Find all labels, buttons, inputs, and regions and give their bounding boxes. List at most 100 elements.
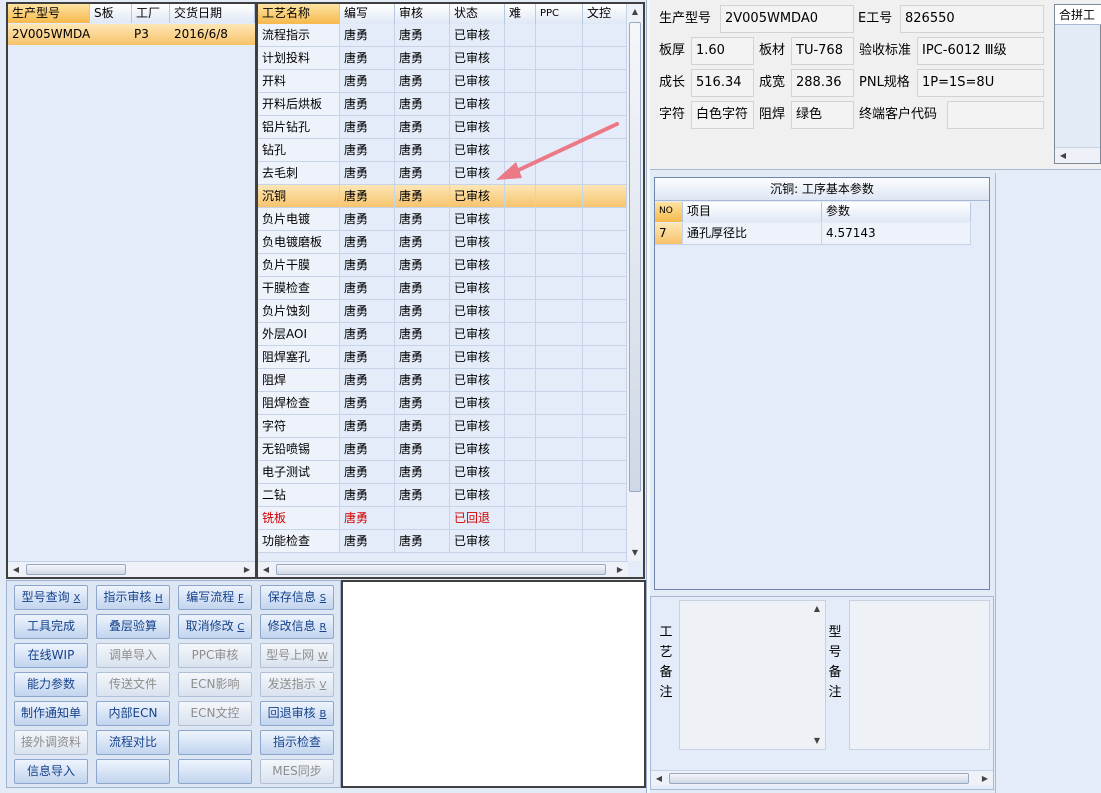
scroll-thumb[interactable] <box>26 564 126 575</box>
length-field[interactable]: 516.34 <box>691 69 754 97</box>
remarks-hscrollbar[interactable]: ◀ ▶ <box>651 770 993 786</box>
button-0-2[interactable]: 编写流程 F <box>178 585 252 610</box>
button-2-1[interactable]: 调单导入 <box>96 643 170 668</box>
standard-field[interactable]: IPC-6012 Ⅲ级 <box>917 37 1044 65</box>
scroll-right-icon[interactable]: ▶ <box>239 562 255 578</box>
button-6-3[interactable]: MES同步 <box>260 759 334 784</box>
table-row[interactable]: 无铅喷锡 唐勇 唐勇 已审核 <box>258 438 628 461</box>
thickness-field[interactable]: 1.60 <box>691 37 754 65</box>
col-item[interactable]: 项目 <box>683 202 822 222</box>
button-5-3[interactable]: 指示检查 <box>260 730 334 755</box>
col-no[interactable]: NO <box>655 202 683 222</box>
table-row[interactable]: 阻焊检查 唐勇 唐勇 已审核 <box>258 392 628 415</box>
end-customer-field[interactable] <box>947 101 1044 129</box>
scroll-thumb[interactable] <box>276 564 606 575</box>
col-delivery-date[interactable]: 交货日期 <box>170 4 255 23</box>
button-4-0[interactable]: 制作通知单 <box>14 701 88 726</box>
button-4-3[interactable]: 回退审核 B <box>260 701 334 726</box>
button-2-0[interactable]: 在线WIP <box>14 643 88 668</box>
combine-hscrollbar[interactable]: ◀ <box>1055 147 1100 163</box>
button-4-1[interactable]: 内部ECN <box>96 701 170 726</box>
table-row[interactable]: 干膜检查 唐勇 唐勇 已审核 <box>258 277 628 300</box>
button-5-1[interactable]: 流程对比 <box>96 730 170 755</box>
button-0-3[interactable]: 保存信息 S <box>260 585 334 610</box>
width-field[interactable]: 288.36 <box>791 69 854 97</box>
table-row[interactable]: 负电镀磨板 唐勇 唐勇 已审核 <box>258 231 628 254</box>
col-s-board[interactable]: S板 <box>90 4 132 23</box>
col-difficulty[interactable]: 难 <box>505 4 536 24</box>
scroll-thumb[interactable] <box>669 773 969 784</box>
table-row[interactable]: 阻焊塞孔 唐勇 唐勇 已审核 <box>258 346 628 369</box>
button-0-1[interactable]: 指示审核 H <box>96 585 170 610</box>
button-3-3[interactable]: 发送指示 V <box>260 672 334 697</box>
combine-header[interactable]: 合拼工 <box>1055 5 1101 25</box>
table-row[interactable]: 7 通孔厚径比 4.57143 <box>655 223 971 245</box>
table-row[interactable]: 铣板 唐勇 已回退 <box>258 507 628 530</box>
button-3-0[interactable]: 能力参数 <box>14 672 88 697</box>
table-row[interactable]: 流程指示 唐勇 唐勇 已审核 <box>258 24 628 47</box>
scroll-up-icon[interactable]: ▲ <box>809 601 825 617</box>
table-row[interactable]: 外层AOI 唐勇 唐勇 已审核 <box>258 323 628 346</box>
table-row[interactable]: 计划投料 唐勇 唐勇 已审核 <box>258 47 628 70</box>
empty-button-6-1[interactable] <box>96 759 170 784</box>
button-6-0[interactable]: 信息导入 <box>14 759 88 784</box>
scroll-left-icon[interactable]: ◀ <box>1055 148 1071 164</box>
material-field[interactable]: TU-768 <box>791 37 854 65</box>
button-1-2[interactable]: 取消修改 C <box>178 614 252 639</box>
character-field[interactable]: 白色字符 <box>691 101 754 129</box>
models-hscrollbar[interactable]: ◀ ▶ <box>8 561 255 577</box>
table-row[interactable]: 二钻 唐勇 唐勇 已审核 <box>258 484 628 507</box>
model-field[interactable]: 2V005WMDA0 <box>720 5 854 33</box>
empty-button-5-2[interactable] <box>178 730 252 755</box>
button-2-3[interactable]: 型号上网 W <box>260 643 334 668</box>
col-process-name[interactable]: 工艺名称 <box>258 4 340 24</box>
table-row[interactable]: 字符 唐勇 唐勇 已审核 <box>258 415 628 438</box>
table-row[interactable]: 开料 唐勇 唐勇 已审核 <box>258 70 628 93</box>
empty-button-6-2[interactable] <box>178 759 252 784</box>
table-row[interactable]: 阻焊 唐勇 唐勇 已审核 <box>258 369 628 392</box>
col-doc-control[interactable]: 文控 <box>583 4 628 24</box>
button-1-0[interactable]: 工具完成 <box>14 614 88 639</box>
pnl-field[interactable]: 1P=1S=8U <box>917 69 1044 97</box>
scroll-down-icon[interactable]: ▼ <box>809 733 825 749</box>
scroll-right-icon[interactable]: ▶ <box>977 771 993 787</box>
table-row[interactable]: 负片电镀 唐勇 唐勇 已审核 <box>258 208 628 231</box>
solder-mask-field[interactable]: 绿色 <box>791 101 854 129</box>
scroll-down-icon[interactable]: ▼ <box>627 545 643 561</box>
table-row[interactable]: 负片干膜 唐勇 唐勇 已审核 <box>258 254 628 277</box>
model-remark-field[interactable] <box>849 600 990 750</box>
button-4-2[interactable]: ECN文控 <box>178 701 252 726</box>
button-1-3[interactable]: 修改信息 R <box>260 614 334 639</box>
scroll-left-icon[interactable]: ◀ <box>258 562 274 577</box>
button-2-2[interactable]: PPC审核 <box>178 643 252 668</box>
e-number-field[interactable]: 826550 <box>900 5 1044 33</box>
table-row[interactable]: 负片蚀刻 唐勇 唐勇 已审核 <box>258 300 628 323</box>
col-model[interactable]: 生产型号 <box>8 4 90 23</box>
button-5-0[interactable]: 接外调资料 <box>14 730 88 755</box>
col-writer[interactable]: 编写 <box>340 4 395 24</box>
cell-process-name: 外层AOI <box>258 323 340 346</box>
col-value[interactable]: 参数 <box>822 202 971 222</box>
process-remark-field[interactable]: ▲ ▼ <box>679 600 826 750</box>
col-ppc[interactable]: PPC <box>536 4 583 24</box>
process-vscrollbar[interactable]: ▲ ▼ <box>626 4 643 561</box>
table-row[interactable]: 功能检查 唐勇 唐勇 已审核 <box>258 530 628 553</box>
scroll-left-icon[interactable]: ◀ <box>651 771 667 787</box>
col-status[interactable]: 状态 <box>450 4 505 24</box>
process-hscrollbar[interactable]: ◀ ▶ <box>258 561 628 577</box>
table-row[interactable]: 2V005WMDA0 P3 2016/6/8 <box>8 24 255 45</box>
button-label: 指示审核 <box>103 590 152 604</box>
process-panel: 工艺名称 编写 审核 状态 难 PPC 文控 流程指示 唐勇 唐勇 已审核 计划投料 唐勇… <box>256 2 645 579</box>
params-title: 沉铜: 工序基本参数 <box>655 178 989 201</box>
col-factory[interactable]: 工厂 <box>132 4 170 23</box>
scroll-right-icon[interactable]: ▶ <box>612 562 628 577</box>
button-3-1[interactable]: 传送文件 <box>96 672 170 697</box>
scroll-thumb[interactable] <box>629 22 641 492</box>
table-row[interactable]: 电子测试 唐勇 唐勇 已审核 <box>258 461 628 484</box>
scroll-left-icon[interactable]: ◀ <box>8 562 24 578</box>
scroll-up-icon[interactable]: ▲ <box>627 4 643 20</box>
button-0-0[interactable]: 型号查询 X <box>14 585 88 610</box>
col-reviewer[interactable]: 审核 <box>395 4 450 24</box>
button-3-2[interactable]: ECN影响 <box>178 672 252 697</box>
button-1-1[interactable]: 叠层验算 <box>96 614 170 639</box>
